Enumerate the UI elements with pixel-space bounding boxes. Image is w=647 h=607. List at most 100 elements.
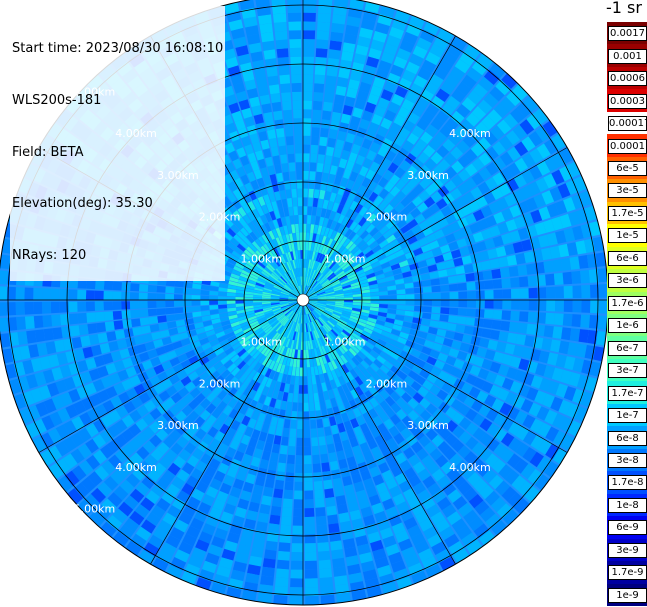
ppi-gate xyxy=(147,284,157,293)
ppi-gate xyxy=(317,154,325,164)
ppi-gate xyxy=(303,420,310,430)
ppi-gate xyxy=(273,488,284,499)
ppi-gate xyxy=(572,285,582,298)
ppi-gate xyxy=(147,308,158,317)
ppi-gate xyxy=(285,136,294,146)
ppi-gate xyxy=(129,292,139,300)
ppi-gate xyxy=(299,376,303,386)
ppi-gate xyxy=(288,437,296,447)
ppi-gate xyxy=(431,306,441,314)
ppi-gate xyxy=(209,300,218,305)
ppi-gate xyxy=(313,100,323,111)
ppi-gate xyxy=(293,508,303,518)
ppi-gate xyxy=(528,300,538,311)
ppi-gate xyxy=(431,285,441,293)
ppi-gate xyxy=(320,594,335,605)
ppi-gate xyxy=(511,300,521,310)
ppi-gate xyxy=(543,260,554,273)
ppi-gate xyxy=(475,300,485,309)
ppi-gate xyxy=(304,472,313,482)
ppi-gate xyxy=(331,549,344,560)
ppi-gate xyxy=(303,47,315,57)
ppi-gate xyxy=(440,292,450,299)
ppi-gate xyxy=(200,290,210,296)
colorbar-tick-label: 1.7e-5 xyxy=(608,205,647,221)
ppi-gate xyxy=(282,100,292,111)
ppi-gate xyxy=(274,479,284,490)
ppi-gate xyxy=(182,300,192,307)
ppi-gate xyxy=(519,288,529,299)
ppi-gate xyxy=(553,272,564,285)
ppi-gate xyxy=(304,499,314,509)
ppi-gate xyxy=(338,512,350,523)
ppi-gate xyxy=(333,566,347,577)
ppi-gate xyxy=(296,179,303,189)
ppi-gate xyxy=(560,257,572,271)
ppi-gate xyxy=(447,275,458,284)
ppi-gate xyxy=(303,144,310,154)
ppi-gate xyxy=(554,313,564,326)
ppi-gate xyxy=(484,290,494,299)
range-label: 4.00km xyxy=(449,461,491,474)
ppi-gate xyxy=(293,499,303,509)
ppi-gate xyxy=(439,314,449,322)
ppi-gate xyxy=(506,254,518,266)
ppi-gate xyxy=(511,288,521,299)
ppi-gate xyxy=(405,300,415,305)
ppi-gate xyxy=(209,290,219,296)
ppi-gate xyxy=(304,446,312,456)
ppi-gate xyxy=(138,301,148,309)
ppi-gate xyxy=(139,309,149,318)
ppi-gate xyxy=(129,301,139,310)
ppi-gate xyxy=(138,292,148,300)
ppi-gate xyxy=(235,297,245,300)
ppi-gate xyxy=(396,300,406,305)
ppi-gate xyxy=(303,385,308,394)
ppi-gate xyxy=(267,75,279,86)
ppi-gate xyxy=(422,306,432,313)
ppi-gate xyxy=(432,300,441,307)
ppi-gate xyxy=(324,84,336,95)
ppi-gate xyxy=(259,23,273,34)
ppi-gate xyxy=(405,294,415,300)
ppi-gate xyxy=(270,505,282,516)
ppi-gate xyxy=(260,31,274,43)
ppi-gate xyxy=(303,428,311,438)
colorbar-tick-label: 3e-6 xyxy=(608,273,647,289)
ppi-gate xyxy=(290,560,303,570)
ppi-gate xyxy=(268,523,280,534)
ppi-gate xyxy=(578,255,589,269)
ppi-gate xyxy=(337,503,349,515)
ppi-gate xyxy=(296,446,303,456)
ppi-gate xyxy=(293,384,299,394)
ppi-gate xyxy=(77,301,87,312)
ppi-gate xyxy=(335,85,347,96)
ppi-gate xyxy=(295,162,303,172)
ppi-gate xyxy=(361,296,371,300)
ppi-gate xyxy=(317,13,331,23)
ppi-gate xyxy=(507,332,518,344)
ppi-gate xyxy=(311,135,319,146)
ppi-gate xyxy=(334,575,348,586)
ppi-gate xyxy=(303,12,316,22)
ppi-gate xyxy=(571,270,582,284)
ppi-gate xyxy=(500,267,510,278)
ppi-gate xyxy=(502,300,512,310)
ppi-gate xyxy=(526,323,537,335)
colorbar-tick-label: 0.001 xyxy=(608,48,647,64)
ppi-gate xyxy=(42,288,51,300)
ppi-gate xyxy=(491,268,502,279)
ppi-gate xyxy=(287,153,295,163)
colorbar-tick-label: 0.0001 xyxy=(608,138,647,154)
ppi-gate xyxy=(510,310,520,322)
ppi-gate xyxy=(182,288,192,295)
colorbar-tick-label: 3e-7 xyxy=(608,363,647,379)
ppi-gate xyxy=(475,290,485,299)
ppi-gate xyxy=(298,206,303,215)
colorbar-tick-label: 1.7e-8 xyxy=(608,475,647,491)
ppi-gate xyxy=(265,540,278,551)
ppi-gate xyxy=(307,197,313,207)
ppi-gate xyxy=(295,464,303,474)
ppi-gate xyxy=(165,307,175,315)
ppi-gate xyxy=(303,214,307,224)
